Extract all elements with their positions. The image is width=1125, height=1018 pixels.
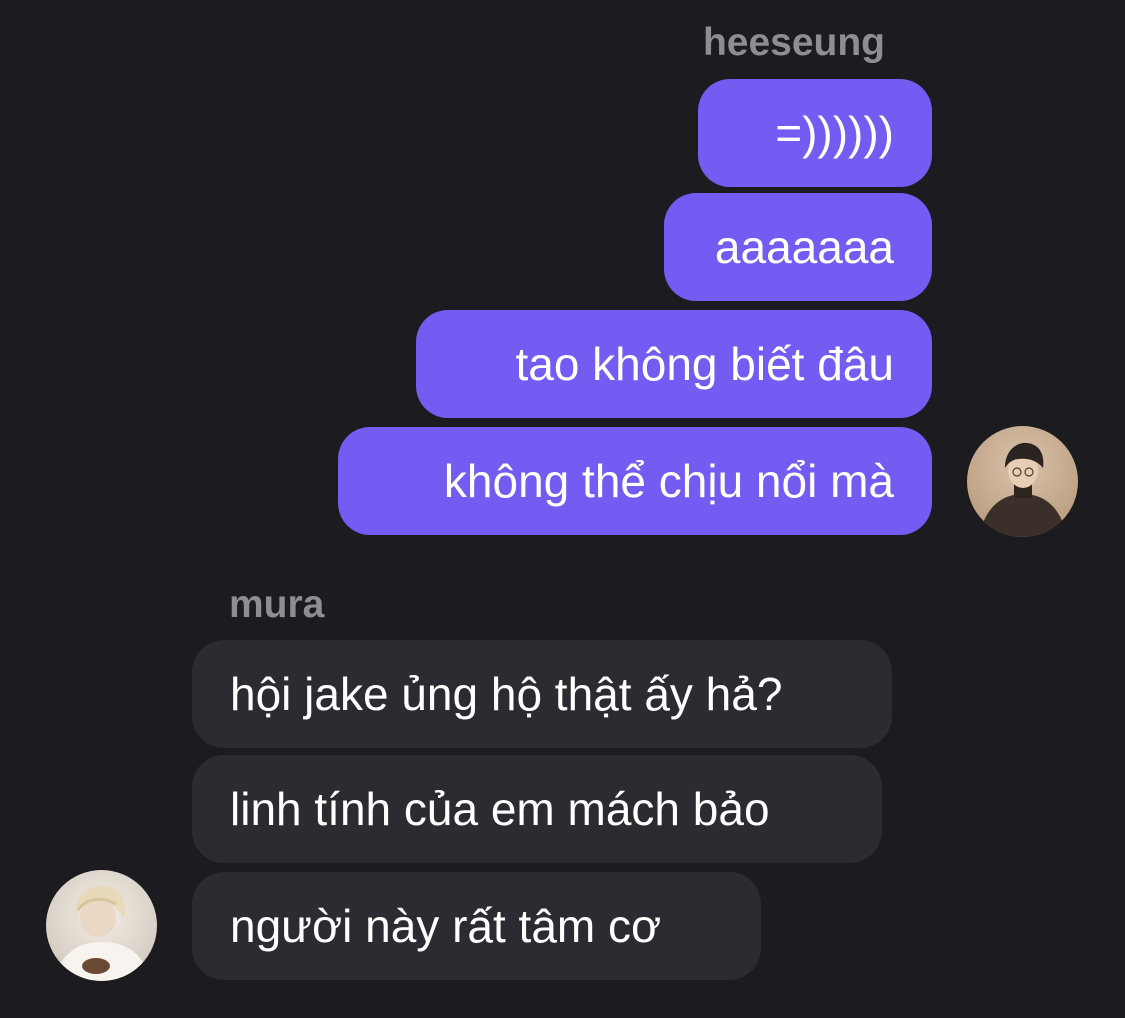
sender-name-heeseung: heeseung	[702, 21, 885, 64]
message-text: tao không biết đâu	[515, 338, 894, 390]
avatar-heeseung[interactable]	[967, 426, 1078, 537]
message-bubble-incoming[interactable]: hội jake ủng hộ thật ấy hả?	[192, 640, 892, 748]
sender-name-mura: mura	[229, 583, 325, 626]
message-bubble-incoming[interactable]: người này rất tâm cơ	[192, 872, 761, 980]
message-text: aaaaaaa	[714, 221, 894, 273]
user-avatar-icon	[967, 426, 1078, 537]
message-bubble-outgoing[interactable]: không thể chịu nổi mà	[338, 427, 932, 535]
message-text: không thể chịu nổi mà	[443, 455, 894, 507]
avatar-mura[interactable]	[46, 870, 157, 981]
message-text: =))))))	[775, 107, 894, 159]
message-bubble-outgoing[interactable]: aaaaaaa	[664, 193, 932, 301]
message-bubble-incoming[interactable]: linh tính của em mách bảo	[192, 755, 882, 863]
message-text: người này rất tâm cơ	[230, 900, 662, 952]
message-text: hội jake ủng hộ thật ấy hả?	[230, 668, 783, 720]
message-bubble-outgoing[interactable]: =))))))	[698, 79, 932, 187]
message-bubble-outgoing[interactable]: tao không biết đâu	[416, 310, 932, 418]
user-avatar-icon	[46, 870, 157, 981]
message-text: linh tính của em mách bảo	[230, 783, 770, 835]
